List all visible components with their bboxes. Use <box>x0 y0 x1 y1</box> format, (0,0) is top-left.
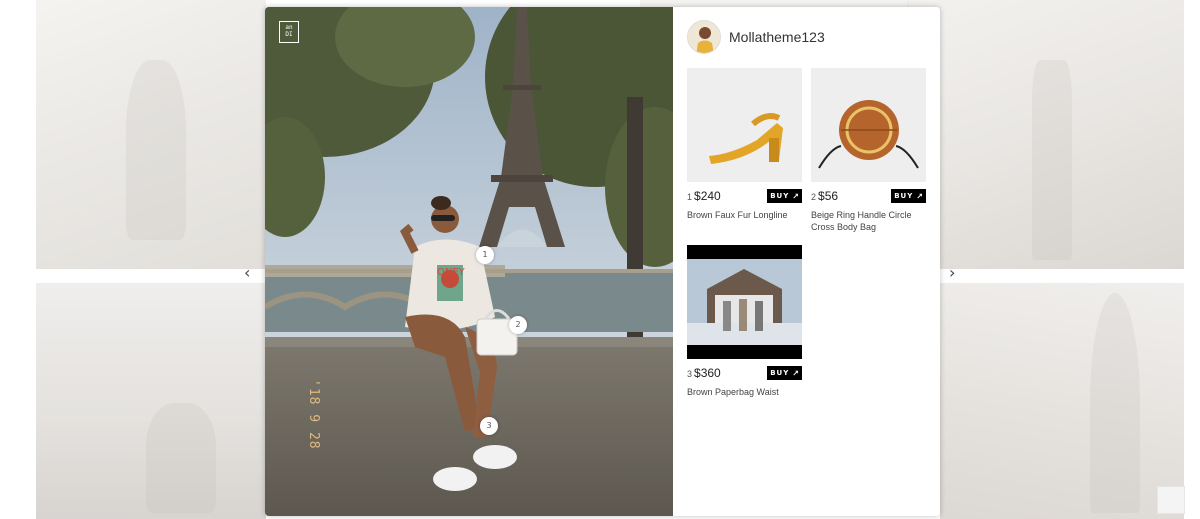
external-link-icon: ↗ <box>792 191 799 201</box>
product-image-bag[interactable] <box>811 68 926 182</box>
avatar[interactable] <box>687 20 721 54</box>
buy-button[interactable]: BUY ↗ <box>891 189 926 203</box>
product-number: 2 <box>811 192 817 202</box>
product-price: $360 <box>694 366 721 380</box>
product-card[interactable]: 1 $240 BUY ↗ Brown Faux Fur Longline <box>687 68 802 221</box>
buy-button[interactable]: BUY ↗ <box>767 189 802 203</box>
profile-username[interactable]: Mollatheme123 <box>729 29 825 45</box>
post-photo: ONEY an DI 1 2 3 '18 9 28 <box>265 7 673 516</box>
product-hotspot-2[interactable]: 2 <box>509 316 527 334</box>
buy-label: BUY <box>894 192 914 200</box>
product-name[interactable]: Brown Faux Fur Longline <box>687 209 802 221</box>
product-price: $240 <box>694 189 721 203</box>
background-gallery-image <box>940 283 1184 519</box>
buy-button[interactable]: BUY ↗ <box>767 366 802 380</box>
buy-label: BUY <box>770 192 790 200</box>
scroll-to-top-button[interactable] <box>1157 486 1185 514</box>
svg-text:ONEY: ONEY <box>437 267 466 278</box>
product-hotspot-1[interactable]: 1 <box>476 246 494 264</box>
product-image-sandal[interactable] <box>687 68 802 182</box>
external-link-icon: ↗ <box>792 368 799 378</box>
next-arrow-icon[interactable]: › <box>949 263 955 283</box>
buy-label: BUY <box>770 369 790 377</box>
profile-header[interactable]: Mollatheme123 <box>687 20 825 54</box>
previous-arrow-icon[interactable]: ‹ <box>244 263 250 283</box>
product-hotspot-3[interactable]: 3 <box>480 417 498 435</box>
product-image-runway[interactable] <box>687 245 802 359</box>
product-price: $56 <box>818 189 839 203</box>
background-gallery-image <box>907 0 1184 269</box>
background-gallery-image <box>36 283 266 519</box>
photo-datestamp: '18 9 28 <box>306 379 321 450</box>
background-gallery-image <box>36 0 266 269</box>
shoppable-post-modal: ONEY an DI 1 2 3 '18 9 28 Mollatheme123 … <box>265 7 940 516</box>
product-number: 3 <box>687 369 693 379</box>
product-card[interactable]: 3 $360 BUY ↗ Brown Paperbag Waist <box>687 245 802 398</box>
product-number: 1 <box>687 192 693 202</box>
lightbox-stage: ‹ › ONEY an DI 1 2 3 '18 9 28 Mollatheme… <box>0 0 1200 519</box>
product-name[interactable]: Brown Paperbag Waist <box>687 386 802 398</box>
eiffel-tower-scene-image: ONEY <box>265 7 673 516</box>
external-link-icon: ↗ <box>916 191 923 201</box>
brand-logo: an DI <box>279 21 299 43</box>
product-name[interactable]: Beige Ring Handle Circle Cross Body Bag <box>811 209 926 233</box>
product-sidebar: Mollatheme123 1 $240 BUY ↗ Brown Faux Fur <box>673 7 940 516</box>
product-card[interactable]: 2 $56 BUY ↗ Beige Ring Handle Circle Cross… <box>811 68 926 233</box>
